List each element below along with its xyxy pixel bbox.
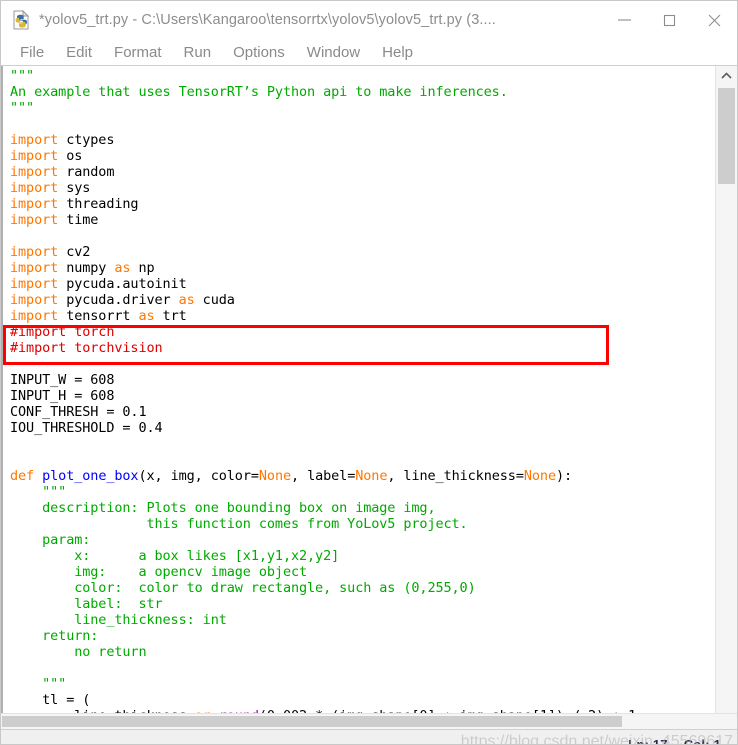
close-button[interactable] [692, 1, 737, 39]
code-line: import numpy as np [10, 260, 155, 276]
menu-item-file[interactable]: File [9, 44, 55, 61]
menu-item-options[interactable]: Options [222, 44, 296, 61]
code-line: import random [10, 164, 115, 180]
window-controls [602, 1, 737, 39]
code-line: """ [10, 484, 67, 500]
code-line: img: a opencv image object [10, 564, 308, 580]
code-line: import sys [10, 180, 91, 196]
source-code: """ An example that uses TensorRT’s Pytho… [3, 66, 715, 713]
code-text-area[interactable]: """ An example that uses TensorRT’s Pytho… [1, 66, 715, 713]
horizontal-scroll-thumb[interactable] [2, 716, 622, 727]
line-indicator: Ln: 17 [628, 737, 668, 745]
code-line: #import torch [10, 324, 115, 340]
code-line: description: Plots one bounding box on i… [10, 500, 436, 516]
code-line: this function comes from YoLov5 project. [10, 516, 468, 532]
maximize-button[interactable] [647, 1, 692, 39]
vertical-scrollbar[interactable] [715, 66, 737, 713]
code-line: INPUT_H = 608 [10, 388, 115, 404]
code-line: line_thickness: int [10, 612, 227, 628]
code-line: import tensorrt as trt [10, 308, 187, 324]
editor-region: """ An example that uses TensorRT’s Pytho… [1, 65, 737, 713]
code-line: """ [10, 100, 35, 116]
vertical-scroll-thumb[interactable] [718, 88, 735, 184]
code-line: import pycuda.autoinit [10, 276, 187, 292]
menu-bar: File Edit Format Run Options Window Help [1, 39, 737, 65]
code-line: """ [10, 68, 35, 84]
code-line: param: [10, 532, 91, 548]
status-bar: https://blog.csdn.net/weixin_45569617 Ln… [1, 729, 737, 745]
title-bar: *yolov5_trt.py - C:\Users\Kangaroo\tenso… [1, 1, 737, 39]
code-line: An example that uses TensorRT’s Python a… [10, 84, 508, 100]
menu-item-window[interactable]: Window [296, 44, 371, 61]
scroll-up-arrow-icon[interactable] [716, 66, 737, 85]
code-line: import threading [10, 196, 139, 212]
column-indicator: Col: 1 [683, 737, 721, 745]
menu-item-help[interactable]: Help [371, 44, 424, 61]
window-title: *yolov5_trt.py - C:\Users\Kangaroo\tenso… [39, 12, 496, 28]
idle-editor-window: *yolov5_trt.py - C:\Users\Kangaroo\tenso… [0, 0, 738, 745]
minimize-button[interactable] [602, 1, 647, 39]
menu-item-edit[interactable]: Edit [55, 44, 103, 61]
code-line: color: color to draw rectangle, such as … [10, 580, 476, 596]
code-line: INPUT_W = 608 [10, 372, 115, 388]
code-line: import time [10, 212, 99, 228]
menu-item-run[interactable]: Run [173, 44, 223, 61]
horizontal-scrollbar[interactable] [1, 713, 737, 729]
code-line: def plot_one_box(x, img, color=None, lab… [10, 468, 573, 484]
code-line: x: a box likes [x1,y1,x2,y2] [10, 548, 340, 564]
code-line: no return [10, 644, 147, 660]
code-line: """ [10, 676, 67, 692]
code-line: import ctypes [10, 132, 115, 148]
code-line: import pycuda.driver as cuda [10, 292, 235, 308]
code-line: #import torchvision [10, 340, 163, 356]
menu-item-format[interactable]: Format [103, 44, 173, 61]
code-line: import os [10, 148, 83, 164]
code-line: label: str [10, 596, 163, 612]
code-line: CONF_THRESH = 0.1 [10, 404, 147, 420]
code-line: return: [10, 628, 99, 644]
code-line: import cv2 [10, 244, 91, 260]
code-line: IOU_THRESHOLD = 0.4 [10, 420, 163, 436]
code-line: tl = ( [10, 692, 91, 708]
python-file-icon [10, 9, 32, 31]
